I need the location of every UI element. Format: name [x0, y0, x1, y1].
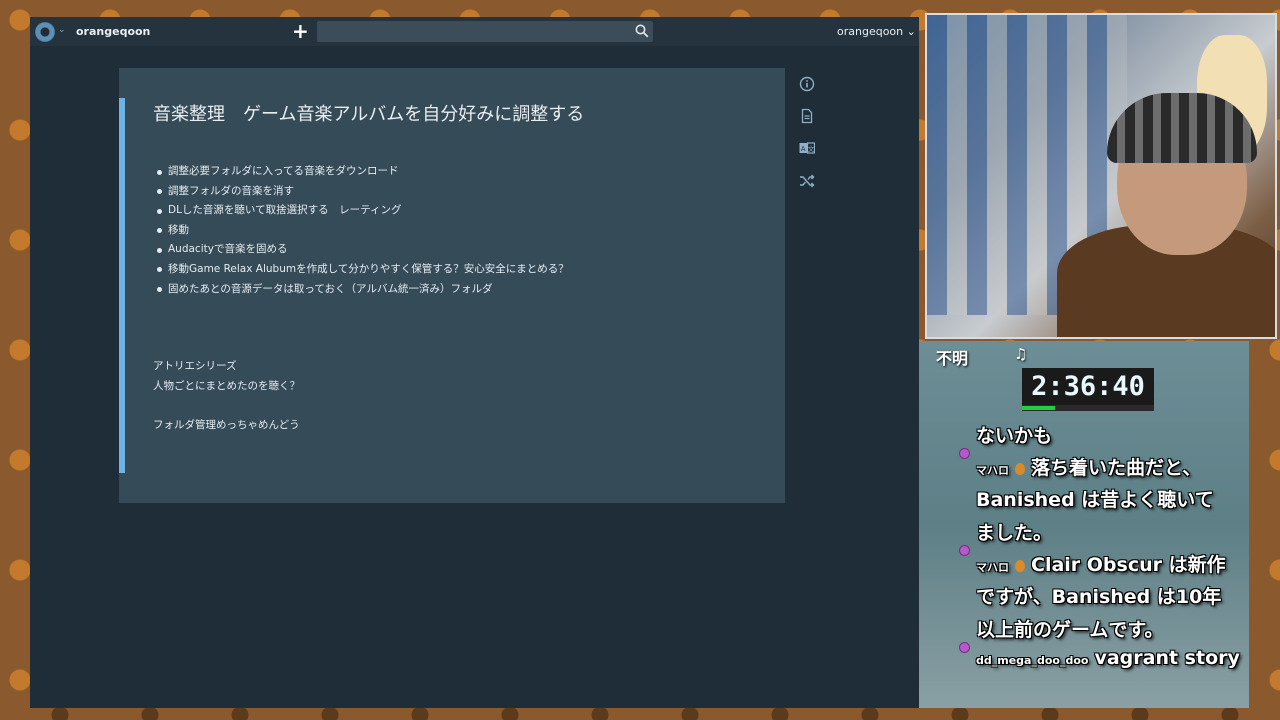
shuffle-icon[interactable]	[799, 173, 815, 189]
note-line[interactable]: アトリエシリーズ	[153, 357, 300, 377]
chevron-down-icon[interactable]: ⌄	[58, 25, 66, 35]
chat-text: 以上前のゲームです。	[976, 619, 1164, 641]
list-item[interactable]: 移動	[157, 221, 569, 241]
svg-text:文: 文	[808, 144, 815, 153]
chat-message: マハロ Clair Obscur は新作	[976, 550, 1226, 577]
list-item[interactable]: 固めたあとの音源データは取っておく（アルバム統一済み）フォルダ	[157, 280, 569, 300]
chat-text: 落ち着いた曲だと、	[1031, 457, 1202, 479]
chat-text: ですが、Banished は10年	[976, 586, 1222, 608]
chat-text: ないかも	[976, 425, 1053, 447]
translate-icon[interactable]: A 文	[799, 140, 815, 156]
stream-timer: 2:36:40	[1022, 368, 1154, 406]
timer-progress-track	[1022, 405, 1154, 411]
chat-text: Banished は昔よく聴いて	[976, 489, 1214, 511]
chat-avatar-icon	[959, 448, 970, 459]
add-note-button[interactable]: +	[292, 20, 309, 42]
note-line[interactable]: 人物ごとにまとめたのを聴く？	[153, 377, 300, 397]
stream-overlay: 不明 ♫ 2:36:40 ないかも マハロ 落ち着いた曲だと、 Banished …	[919, 341, 1249, 708]
app-logo-icon[interactable]	[35, 22, 55, 42]
note-bullet-list: 調整必要フォルダに入ってる音楽をダウンロード 調整フォルダの音楽を消す DLした…	[157, 162, 569, 299]
chat-message: ですが、Banished は10年	[976, 582, 1221, 609]
chat-text: ました。	[976, 522, 1053, 544]
note-line[interactable]	[153, 396, 300, 416]
user-menu[interactable]: orangeqoon ⌄	[837, 25, 916, 38]
chat-username: dd_mega_doo_doo	[976, 654, 1089, 667]
note-app-window: ⌄ orangeqoon + orangeqoon ⌄ 音楽整理 ゲーム音楽アル…	[30, 17, 919, 708]
list-item[interactable]: 調整必要フォルダに入ってる音楽をダウンロード	[157, 162, 569, 182]
chat-message: ました。	[976, 518, 1052, 545]
note-accent-bar	[119, 98, 125, 473]
chat-message: マハロ 落ち着いた曲だと、	[976, 453, 1201, 480]
top-bar: ⌄ orangeqoon + orangeqoon ⌄	[30, 17, 919, 46]
chat-message: ないかも	[976, 421, 1052, 448]
chat-username: マハロ	[976, 464, 1009, 477]
chat-avatar-icon	[959, 642, 970, 653]
account-name[interactable]: orangeqoon	[76, 25, 150, 38]
list-item[interactable]: Audacityで音楽を固める	[157, 240, 569, 260]
chat-message: dd_mega_doo_doo vagrant story	[976, 647, 1240, 669]
info-icon[interactable]	[799, 76, 815, 92]
search-input[interactable]	[317, 21, 653, 42]
note-card[interactable]: 音楽整理 ゲーム音楽アルバムを自分好みに調整する 調整必要フォルダに入ってる音楽…	[119, 68, 785, 503]
list-item[interactable]: DLした音源を聴いて取捨選択する レーティング	[157, 201, 569, 221]
chat-text: Clair Obscur は新作	[1031, 554, 1226, 576]
search-icon[interactable]	[635, 24, 649, 38]
note-body: アトリエシリーズ 人物ごとにまとめたのを聴く？ フォルダ管理めっちゃめんどう	[153, 357, 300, 435]
timer-progress-fill	[1022, 406, 1055, 410]
webcam-feed	[925, 13, 1277, 339]
note-line[interactable]: フォルダ管理めっちゃめんどう	[153, 416, 300, 436]
chat-text: vagrant story	[1094, 647, 1240, 669]
flame-icon	[1015, 462, 1025, 475]
note-title[interactable]: 音楽整理 ゲーム音楽アルバムを自分好みに調整する	[153, 100, 584, 126]
list-item[interactable]: 調整フォルダの音楽を消す	[157, 182, 569, 202]
svg-text:A: A	[801, 145, 806, 153]
chat-username: マハロ	[976, 561, 1009, 574]
list-item[interactable]: 移動Game Relax Alubumを作成して分かりやすく保管する？安心安全に…	[157, 260, 569, 280]
flame-icon	[1015, 559, 1025, 572]
music-note-icon: ♫	[1014, 345, 1028, 363]
document-icon[interactable]	[799, 108, 815, 124]
chat-avatar-icon	[959, 545, 970, 556]
chat-message: Banished は昔よく聴いて	[976, 485, 1214, 512]
chat-message: 以上前のゲームです。	[976, 615, 1164, 642]
now-playing-title: 不明	[936, 349, 969, 368]
